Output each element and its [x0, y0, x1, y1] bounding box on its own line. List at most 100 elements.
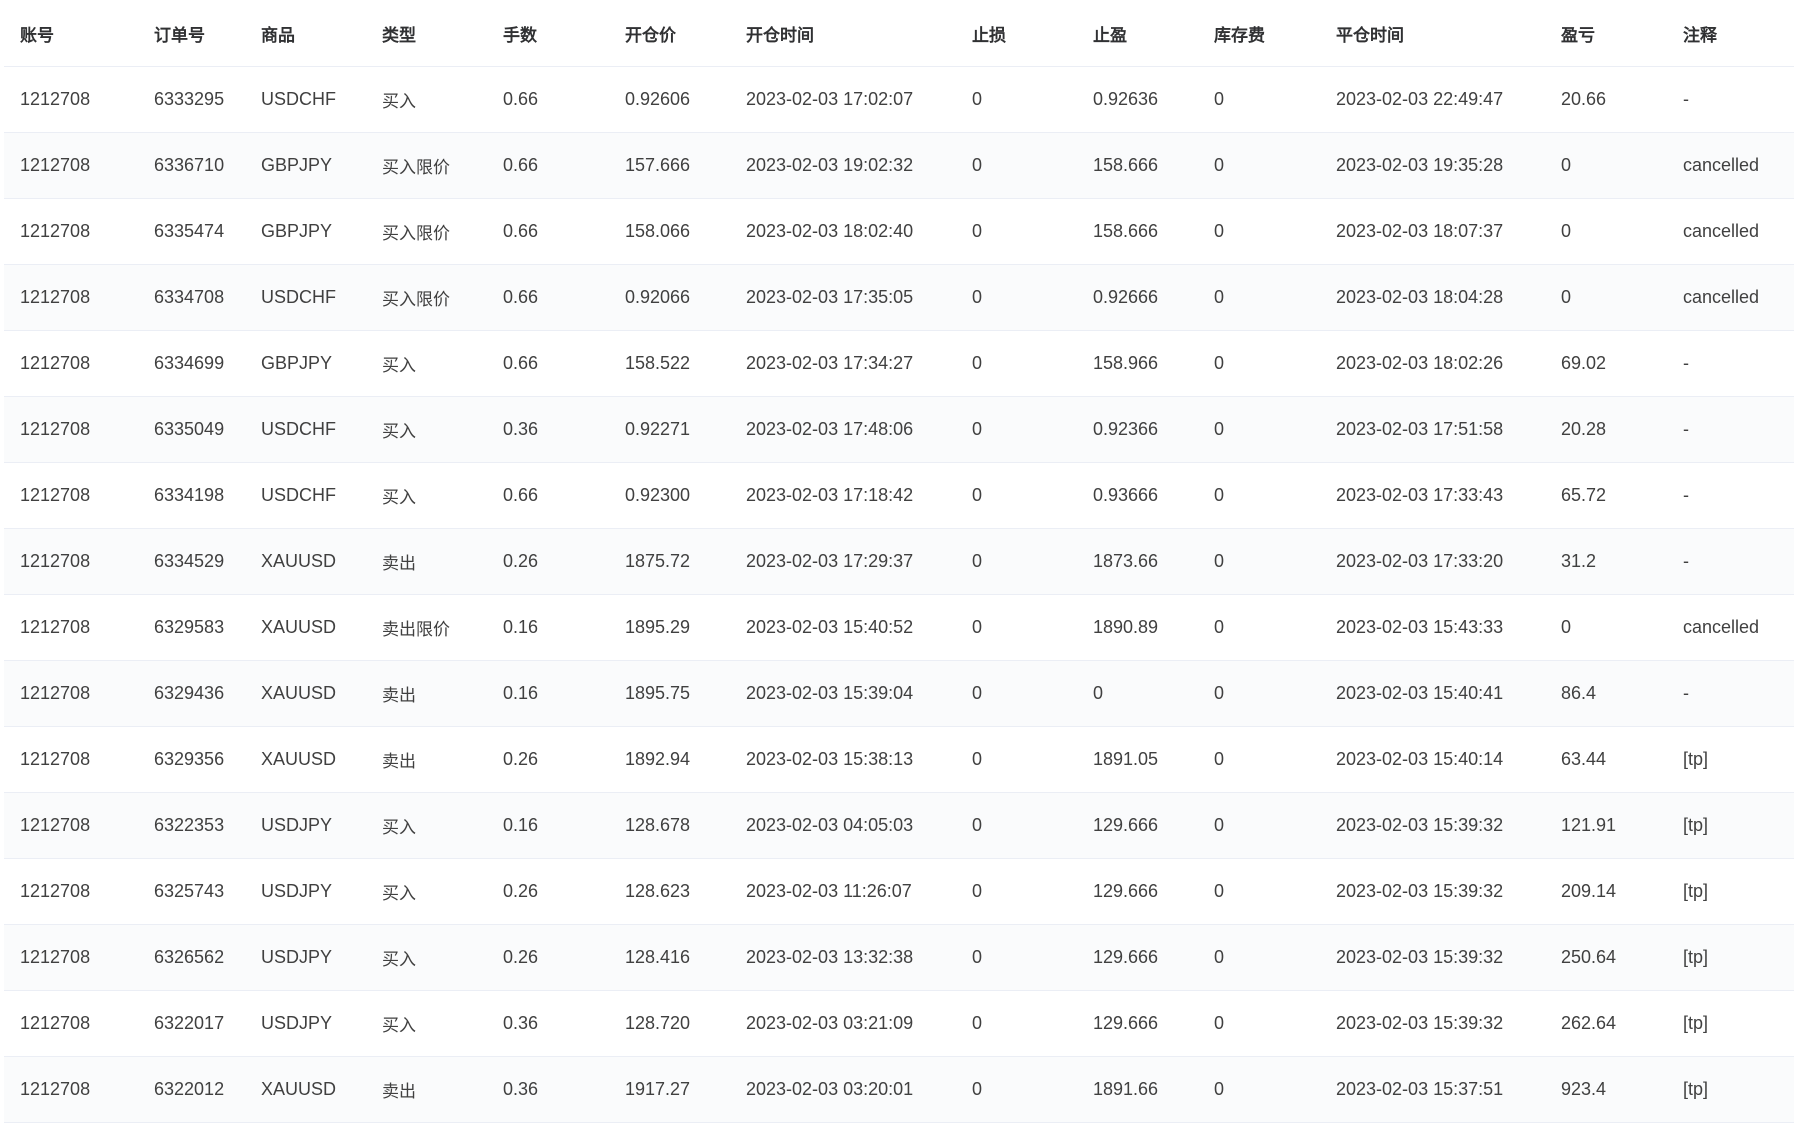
cell-open-price: 1917.27	[609, 1056, 730, 1123]
cell-open-price: 157.666	[609, 132, 730, 199]
table-row[interactable]: 1212708 6334529 XAUUSD 卖出 0.26 1875.72 2023-02…	[4, 528, 1794, 595]
column-header-order-id[interactable]: 订单号	[138, 0, 245, 67]
table-row[interactable]: 1212708 6335049 USDCHF 买入 0.36 0.92271 2023-02…	[4, 396, 1794, 463]
table-row[interactable]: 1212708 6335474 GBPJPY 买入限价 0.66 158.066 2023-…	[4, 198, 1794, 265]
cell-close-time: 2023-02-03 19:35:28	[1320, 132, 1545, 199]
column-header-type[interactable]: 类型	[366, 0, 487, 67]
cell-take-profit: 1891.66	[1077, 1056, 1198, 1123]
cell-comment: cancelled	[1667, 132, 1794, 199]
cell-close-time: 2023-02-03 22:49:47	[1320, 66, 1545, 133]
cell-close-time: 2023-02-03 15:40:41	[1320, 660, 1545, 727]
cell-take-profit: 0.92636	[1077, 66, 1198, 133]
column-header-stop-loss[interactable]: 止损	[956, 0, 1077, 67]
cell-order-id: 6329583	[138, 594, 245, 661]
cell-order-id: 6334699	[138, 330, 245, 397]
table-row[interactable]: 1212708 6322017 USDJPY 买入 0.36 128.720 2023-02…	[4, 990, 1794, 1057]
cell-stop-loss: 0	[956, 264, 1077, 331]
column-header-take-profit[interactable]: 止盈	[1077, 0, 1198, 67]
table-row[interactable]: 1212708 6336710 GBPJPY 买入限价 0.66 157.666 2023-…	[4, 132, 1794, 199]
column-header-open-time[interactable]: 开仓时间	[730, 0, 956, 67]
cell-swap: 0	[1198, 462, 1320, 529]
cell-swap: 0	[1198, 132, 1320, 199]
cell-stop-loss: 0	[956, 594, 1077, 661]
column-header-comment[interactable]: 注释	[1667, 0, 1794, 67]
cell-take-profit: 0.92666	[1077, 264, 1198, 331]
cell-symbol: USDCHF	[245, 462, 366, 529]
table-row[interactable]: 1212708 6334198 USDCHF 买入 0.66 0.92300 2023-02…	[4, 462, 1794, 529]
cell-lots: 0.66	[487, 66, 609, 133]
table-row[interactable]: 1212708 6329356 XAUUSD 卖出 0.26 1892.94 2023-02…	[4, 726, 1794, 793]
cell-stop-loss: 0	[956, 726, 1077, 793]
table-row[interactable]: 1212708 6329583 XAUUSD 卖出限价 0.16 1895.29 2023-…	[4, 594, 1794, 661]
cell-open-price: 128.623	[609, 858, 730, 925]
cell-take-profit: 158.966	[1077, 330, 1198, 397]
column-header-symbol[interactable]: 商品	[245, 0, 366, 67]
cell-swap: 0	[1198, 858, 1320, 925]
cell-order-id: 6334529	[138, 528, 245, 595]
cell-open-price: 128.678	[609, 792, 730, 859]
cell-swap: 0	[1198, 660, 1320, 727]
cell-account: 1212708	[4, 66, 138, 133]
cell-open-price: 0.92271	[609, 396, 730, 463]
cell-comment: [tp]	[1667, 990, 1794, 1057]
cell-account: 1212708	[4, 132, 138, 199]
cell-account: 1212708	[4, 1056, 138, 1123]
cell-open-price: 1892.94	[609, 726, 730, 793]
table-row[interactable]: 1212708 6333295 USDCHF 买入 0.66 0.92606 2023-02…	[4, 66, 1794, 133]
table-row[interactable]: 1212708 6325743 USDJPY 买入 0.26 128.623 2023-02…	[4, 858, 1794, 925]
table-row[interactable]: 1212708 6326562 USDJPY 买入 0.26 128.416 2023-02…	[4, 924, 1794, 991]
header-row: 账号 订单号 商品 类型 手数 开仓价 开仓时间 止损 止盈 库存费 平仓时间 盈亏 注释	[4, 0, 1794, 67]
cell-open-time: 2023-02-03 19:02:32	[730, 132, 956, 199]
cell-swap: 0	[1198, 198, 1320, 265]
cell-symbol: XAUUSD	[245, 660, 366, 727]
cell-profit: 86.4	[1545, 660, 1667, 727]
cell-take-profit: 0	[1077, 660, 1198, 727]
cell-comment: [tp]	[1667, 726, 1794, 793]
column-header-lots[interactable]: 手数	[487, 0, 609, 67]
cell-open-price: 0.92066	[609, 264, 730, 331]
cell-profit: 262.64	[1545, 990, 1667, 1057]
table-row[interactable]: 1212708 6329436 XAUUSD 卖出 0.16 1895.75 2023-02…	[4, 660, 1794, 727]
cell-open-price: 0.92300	[609, 462, 730, 529]
cell-comment: -	[1667, 528, 1794, 595]
cell-close-time: 2023-02-03 17:51:58	[1320, 396, 1545, 463]
cell-swap: 0	[1198, 924, 1320, 991]
cell-close-time: 2023-02-03 15:37:51	[1320, 1056, 1545, 1123]
cell-type: 买入限价	[366, 132, 487, 199]
cell-open-price: 1875.72	[609, 528, 730, 595]
cell-close-time: 2023-02-03 15:43:33	[1320, 594, 1545, 661]
cell-comment: -	[1667, 660, 1794, 727]
cell-close-time: 2023-02-03 18:02:26	[1320, 330, 1545, 397]
table-row[interactable]: 1212708 6322012 XAUUSD 卖出 0.36 1917.27 2023-02…	[4, 1056, 1794, 1123]
column-header-profit[interactable]: 盈亏	[1545, 0, 1667, 67]
table-row[interactable]: 1212708 6322353 USDJPY 买入 0.16 128.678 2023-02…	[4, 792, 1794, 859]
cell-type: 买入	[366, 924, 487, 991]
cell-lots: 0.66	[487, 198, 609, 265]
cell-type: 买入	[366, 792, 487, 859]
cell-comment: cancelled	[1667, 198, 1794, 265]
order-history-table-wrap: 账号 订单号 商品 类型 手数 开仓价 开仓时间 止损 止盈 库存费 平仓时间 盈亏 注释 121270…	[4, 0, 1794, 1123]
cell-symbol: USDCHF	[245, 66, 366, 133]
column-header-close-time[interactable]: 平仓时间	[1320, 0, 1545, 67]
cell-open-time: 2023-02-03 15:38:13	[730, 726, 956, 793]
cell-profit: 65.72	[1545, 462, 1667, 529]
cell-symbol: GBPJPY	[245, 198, 366, 265]
cell-symbol: USDJPY	[245, 792, 366, 859]
cell-open-time: 2023-02-03 17:29:37	[730, 528, 956, 595]
cell-profit: 923.4	[1545, 1056, 1667, 1123]
order-history-table: 账号 订单号 商品 类型 手数 开仓价 开仓时间 止损 止盈 库存费 平仓时间 盈亏 注释 121270…	[4, 0, 1794, 1123]
column-header-account[interactable]: 账号	[4, 0, 138, 67]
column-header-open-price[interactable]: 开仓价	[609, 0, 730, 67]
table-row[interactable]: 1212708 6334699 GBPJPY 买入 0.66 158.522 2023-02…	[4, 330, 1794, 397]
cell-symbol: USDJPY	[245, 858, 366, 925]
cell-type: 卖出	[366, 528, 487, 595]
cell-open-time: 2023-02-03 18:02:40	[730, 198, 956, 265]
cell-order-id: 6334708	[138, 264, 245, 331]
table-row[interactable]: 1212708 6334708 USDCHF 买入限价 0.66 0.92066 2023-…	[4, 264, 1794, 331]
cell-swap: 0	[1198, 990, 1320, 1057]
column-header-swap[interactable]: 库存费	[1198, 0, 1320, 67]
cell-comment: cancelled	[1667, 264, 1794, 331]
cell-close-time: 2023-02-03 15:39:32	[1320, 858, 1545, 925]
cell-open-time: 2023-02-03 03:20:01	[730, 1056, 956, 1123]
cell-type: 买入	[366, 858, 487, 925]
